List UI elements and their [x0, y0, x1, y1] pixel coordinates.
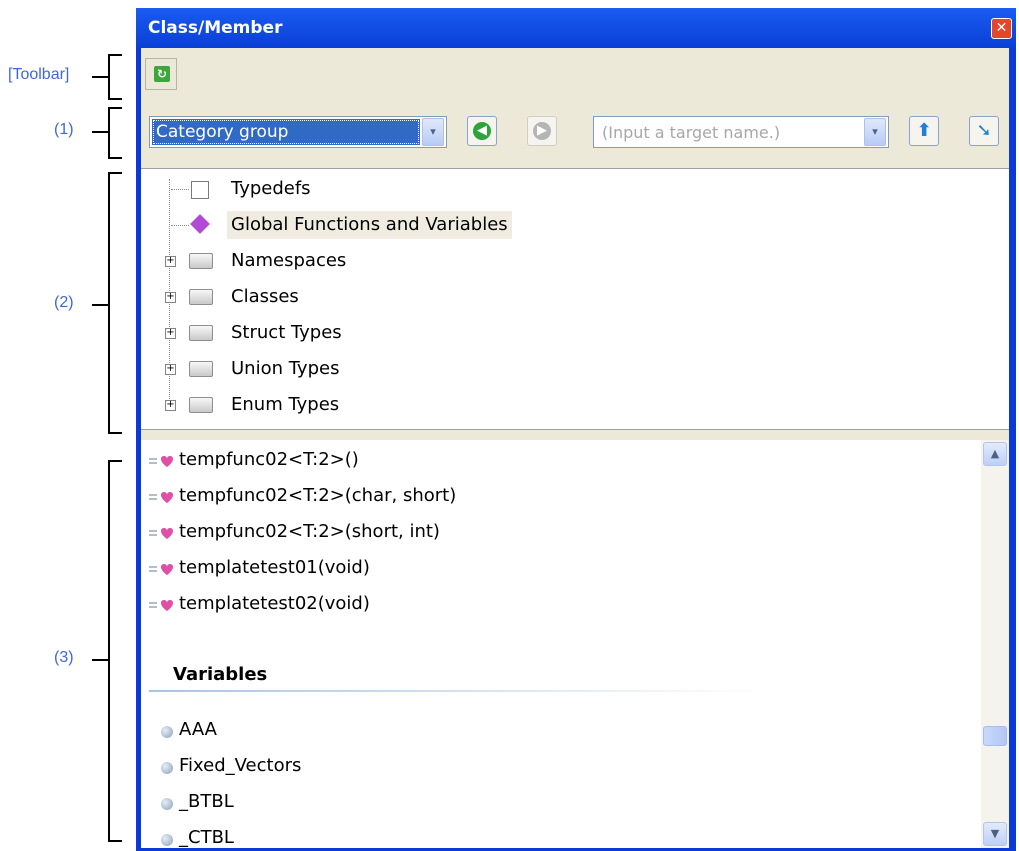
- navigation-bar: Category group ▾ ◀ ▶ (Input a target nam…: [141, 108, 1009, 156]
- chevron-down-icon: ▾: [430, 125, 436, 138]
- tree-item-label: Classes: [231, 286, 299, 307]
- function-icon: [149, 456, 173, 467]
- list-item-label: templatetest02(void): [179, 593, 370, 614]
- variable-icon: [161, 726, 173, 738]
- tree-item-label: Namespaces: [231, 250, 347, 271]
- tree-item-namespaces[interactable]: + Namespaces: [161, 247, 461, 275]
- variables-section-header: Variables: [149, 662, 765, 692]
- tree-item-label: Global Functions and Variables: [227, 211, 512, 239]
- chevron-down-icon: ▼: [990, 827, 1000, 840]
- function-icon: [149, 600, 173, 611]
- category-tree[interactable]: Typedefs Global Functions and Variables …: [141, 168, 1009, 430]
- up-arrow-icon: ⬆: [916, 120, 932, 141]
- folder-icon: [189, 325, 213, 341]
- tree-item-union-types[interactable]: + Union Types: [161, 355, 461, 383]
- folder-icon: [189, 253, 213, 269]
- member-list[interactable]: tempfunc02<T:2>() tempfunc02<T:2>(char, …: [141, 440, 1009, 848]
- function-icon: [149, 492, 173, 503]
- back-button[interactable]: ◀: [467, 116, 497, 146]
- scroll-down-button[interactable]: ▼: [983, 822, 1007, 846]
- expand-icon[interactable]: +: [165, 328, 176, 339]
- close-icon: ✕: [995, 20, 1008, 36]
- tree-item-struct-types[interactable]: + Struct Types: [161, 319, 461, 347]
- list-item-label: _BTBL: [179, 791, 234, 812]
- target-name-input[interactable]: (Input a target name.) ▾: [593, 116, 889, 148]
- global-icon: [190, 214, 210, 234]
- tree-item-classes[interactable]: + Classes: [161, 283, 461, 311]
- tree-item-label: Union Types: [231, 358, 340, 379]
- expand-icon[interactable]: +: [165, 400, 176, 411]
- variable-icon: [161, 762, 173, 774]
- variable-icon: [161, 798, 173, 810]
- annotation-area1-bracket: [108, 107, 122, 159]
- category-select-value: Category group: [152, 119, 420, 145]
- move-down-button[interactable]: ➘: [969, 116, 999, 146]
- function-icon: [149, 564, 173, 575]
- annotation-area2-tick: [92, 304, 108, 306]
- expand-icon[interactable]: +: [165, 292, 176, 303]
- toolbar: ↻: [141, 48, 1009, 100]
- annotation-area2-bracket: [108, 172, 122, 434]
- variable-icon: [161, 834, 173, 846]
- list-item-label: templatetest01(void): [179, 557, 370, 578]
- scrollbar-thumb[interactable]: [983, 726, 1007, 746]
- down-arrow-icon: ➘: [976, 120, 992, 141]
- list-item-label: tempfunc02<T:2>(short, int): [179, 521, 440, 542]
- refresh-icon: ↻: [154, 66, 170, 82]
- tree-connector: [171, 189, 189, 190]
- annotation-area3-bracket: [108, 460, 122, 842]
- annotation-toolbar-tick: [92, 76, 108, 78]
- annotation-toolbar-bracket: [108, 54, 122, 100]
- category-select[interactable]: Category group ▾: [149, 116, 447, 148]
- expand-icon[interactable]: +: [165, 256, 176, 267]
- annotation-area3: (3): [54, 649, 74, 666]
- close-button[interactable]: ✕: [991, 18, 1012, 39]
- tree-item-enum-types[interactable]: + Enum Types: [161, 391, 461, 419]
- annotation-area1-tick: [92, 131, 108, 133]
- tree-connector: [171, 225, 189, 226]
- class-member-window: Class/Member ✕ ↻ Category group ▾ ◀ ▶ (I…: [136, 8, 1016, 851]
- list-item-label: tempfunc02<T:2>(char, short): [179, 485, 457, 506]
- section-divider: [149, 690, 765, 692]
- scroll-up-button[interactable]: ▲: [983, 442, 1007, 466]
- list-item-label: tempfunc02<T:2>(): [179, 449, 359, 470]
- forward-button[interactable]: ▶: [527, 116, 557, 146]
- target-name-placeholder: (Input a target name.): [602, 123, 781, 142]
- move-up-button[interactable]: ⬆: [909, 116, 939, 146]
- folder-icon: [189, 289, 213, 305]
- annotation-area3-tick: [92, 659, 108, 661]
- annotation-toolbar: [Toolbar]: [8, 66, 70, 83]
- client-area: ↻ Category group ▾ ◀ ▶ (Input a target n…: [141, 48, 1009, 848]
- category-dropdown-button[interactable]: ▾: [422, 118, 444, 146]
- tree-item-label: Enum Types: [231, 394, 340, 415]
- annotation-area1: (1): [54, 121, 74, 138]
- list-item-label: Fixed_Vectors: [179, 755, 302, 776]
- folder-icon: [189, 397, 213, 413]
- folder-icon: [189, 361, 213, 377]
- forward-arrow-icon: ▶: [533, 122, 551, 140]
- annotation-area2: (2): [54, 294, 74, 311]
- vertical-scrollbar[interactable]: ▲ ▼: [981, 440, 1009, 848]
- typedef-icon: [191, 181, 209, 199]
- refresh-button[interactable]: ↻: [145, 58, 177, 90]
- back-arrow-icon: ◀: [473, 122, 491, 140]
- tree-item-label: Struct Types: [231, 322, 342, 343]
- window-title: Class/Member: [148, 18, 283, 38]
- list-item-label: AAA: [179, 719, 217, 740]
- title-bar[interactable]: Class/Member ✕: [136, 8, 1016, 48]
- chevron-up-icon: ▲: [990, 447, 1000, 460]
- section-title: Variables: [173, 664, 268, 685]
- target-dropdown-button[interactable]: ▾: [864, 118, 886, 146]
- function-icon: [149, 528, 173, 539]
- expand-icon[interactable]: +: [165, 364, 176, 375]
- tree-item-label: Typedefs: [231, 178, 311, 199]
- list-item-label: _CTBL: [179, 827, 234, 848]
- chevron-down-icon: ▾: [872, 125, 878, 138]
